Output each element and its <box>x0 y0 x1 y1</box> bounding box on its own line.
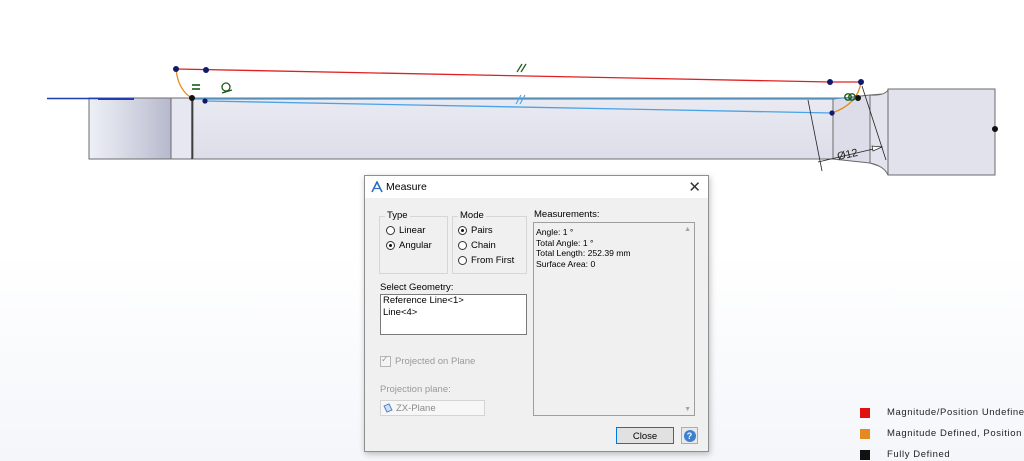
help-icon: ? <box>683 429 696 442</box>
projected-on-plane-label: Projected on Plane <box>395 356 476 367</box>
shaft-fillet <box>869 88 889 176</box>
legend-swatch <box>860 449 870 460</box>
dialog-title: Measure <box>386 181 427 193</box>
radio-indicator[interactable] <box>458 226 467 235</box>
point-top-right-2 <box>858 79 864 85</box>
select-geometry-list[interactable]: Reference Line<1> Line<4> <box>380 294 527 335</box>
measure-dialog: Measure ✕ Type Linear Angular Mode Pairs… <box>364 175 709 452</box>
shaft-body <box>192 98 834 160</box>
type-group: Type Linear Angular <box>379 210 448 274</box>
measurements-label: Measurements: <box>534 209 600 220</box>
radio-indicator[interactable] <box>386 226 395 235</box>
point-top-left <box>173 66 179 72</box>
legend-item-fully-defined: Fully Defined <box>860 449 950 460</box>
type-radio-angular[interactable]: Angular <box>386 240 432 251</box>
list-item[interactable]: Reference Line<1> <box>381 295 526 307</box>
list-item[interactable]: Line<4> <box>381 307 526 319</box>
shaft-flat <box>170 97 194 160</box>
measurement-surface-area: Surface Area: 0 <box>536 258 596 269</box>
checkbox-indicator[interactable] <box>380 354 391 367</box>
measurement-total-angle: Total Angle: 1 ° <box>536 237 594 248</box>
radio-indicator[interactable] <box>386 241 395 250</box>
point-corner <box>189 95 195 101</box>
projected-on-plane-checkbox[interactable]: Projected on Plane <box>380 354 476 367</box>
point-selected-left <box>202 98 208 104</box>
point-right-sel <box>829 110 835 116</box>
mode-pairs-label: Pairs <box>471 225 493 236</box>
point-top-left-2 <box>203 67 209 73</box>
projection-plane-label: Projection plane: <box>380 384 451 395</box>
select-geometry-label: Select Geometry: <box>380 282 454 293</box>
dialog-titlebar[interactable]: Measure ✕ <box>365 176 708 198</box>
projection-plane-value: ZX-Plane <box>396 402 436 414</box>
type-angular-label: Angular <box>399 240 432 251</box>
legend-swatch <box>860 407 870 418</box>
legend-label: Magnitude/Position Undefined <box>887 407 1024 418</box>
measurements-box[interactable]: Angle: 1 ° Total Angle: 1 ° Total Length… <box>533 222 695 416</box>
help-button[interactable]: ? <box>681 427 698 444</box>
sketch-arc-left[interactable] <box>175 68 193 99</box>
measurement-angle: Angle: 1 ° <box>536 227 574 237</box>
constraint-legend: Magnitude/Position Undefined Magnitude D… <box>860 404 1024 461</box>
radio-indicator[interactable] <box>458 241 467 250</box>
mode-group-label: Mode <box>458 210 486 221</box>
type-group-label: Type <box>385 210 410 221</box>
mode-radio-from-first[interactable]: From First <box>458 255 514 266</box>
point-top-right <box>827 79 833 85</box>
equal-constraint-icon[interactable] <box>192 84 200 90</box>
type-radio-linear[interactable]: Linear <box>386 225 425 236</box>
radio-indicator[interactable] <box>458 256 467 265</box>
scroll-down-icon[interactable]: ▼ <box>684 406 691 413</box>
shaft-head <box>887 88 996 176</box>
legend-label: Magnitude Defined, Position Undefined <box>887 428 1024 439</box>
point-right-mid <box>855 95 861 101</box>
legend-swatch <box>860 428 870 439</box>
close-button[interactable]: Close <box>616 427 674 444</box>
sketch-line-top-red[interactable] <box>175 68 831 83</box>
plane-icon <box>383 403 393 413</box>
point-head-edge <box>992 126 998 132</box>
close-icon[interactable]: ✕ <box>688 178 701 196</box>
legend-label: Fully Defined <box>887 449 951 460</box>
mode-from-first-label: From First <box>471 255 515 266</box>
mode-chain-label: Chain <box>471 240 496 251</box>
parallel-constraint-icon[interactable] <box>516 63 527 73</box>
tangent-constraint-icon[interactable] <box>221 82 233 94</box>
mode-group: Mode Pairs Chain From First <box>452 210 527 274</box>
legend-item-partial: Magnitude Defined, Position Undefined <box>860 428 1024 439</box>
type-linear-label: Linear <box>399 225 426 236</box>
measurement-total-length: Total Length: 252.39 mm <box>536 248 631 258</box>
mode-radio-chain[interactable]: Chain <box>458 240 496 251</box>
mode-radio-pairs[interactable]: Pairs <box>458 225 493 236</box>
scroll-up-icon[interactable]: ▲ <box>684 226 691 233</box>
legend-item-undefined: Magnitude/Position Undefined <box>860 407 1024 418</box>
projection-plane-field[interactable]: ZX-Plane <box>380 400 485 416</box>
measure-app-icon <box>371 181 383 193</box>
shaft-end-face <box>88 97 172 160</box>
